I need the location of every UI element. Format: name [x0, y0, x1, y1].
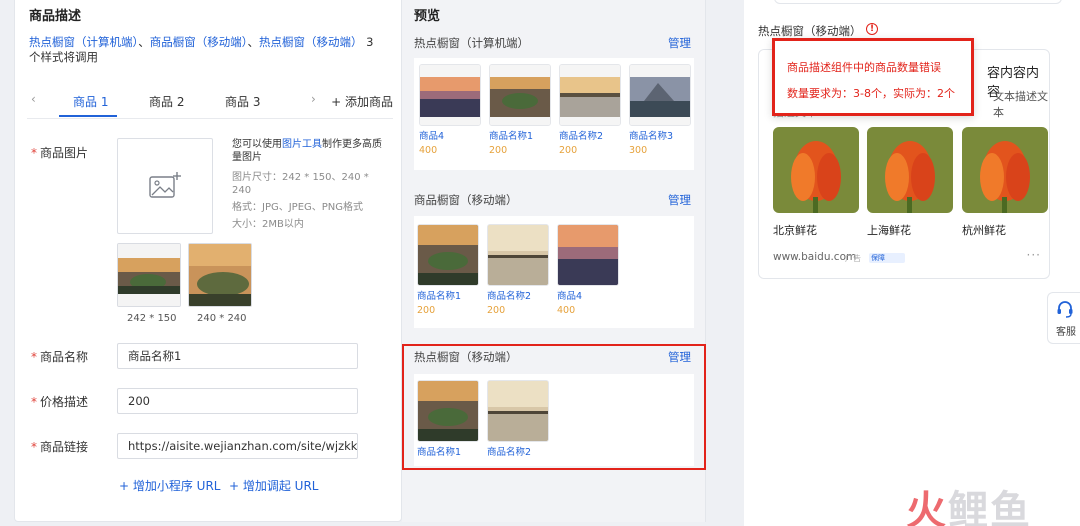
mobile-product-window-title: 商品橱窗（移动端）: [414, 193, 518, 207]
product-editor-panel: 商品描述 热点橱窗（计算机端）、商品橱窗（移动端）、热点橱窗（移动端） 3 个样…: [14, 0, 402, 522]
link-pc-hot-window[interactable]: 热点橱窗（计算机端）: [29, 35, 138, 49]
error-message-line2: 数量要求为：3-8个，实际为：2个: [787, 87, 955, 100]
image-tool-link[interactable]: 图片工具: [282, 139, 322, 150]
add-mini-program-url-button[interactable]: + 增加小程序 URL: [119, 477, 221, 494]
card-description: 文本描述文本: [993, 90, 1048, 119]
preview-item[interactable]: 商品名称2 200: [559, 64, 621, 156]
manage-mobile-product-window[interactable]: 管理: [668, 192, 691, 208]
tab-next-arrow[interactable]: ›: [311, 92, 316, 106]
site-url[interactable]: www.baidu.com: [773, 251, 856, 263]
add-product-button[interactable]: + 添加商品: [331, 93, 393, 110]
link-mobile-hot-window[interactable]: 热点橱窗（移动端）: [259, 35, 363, 49]
flower-image[interactable]: [962, 127, 1048, 213]
pc-hot-window-title: 热点橱窗（计算机端）: [414, 36, 529, 50]
customer-service-button[interactable]: 客服: [1047, 292, 1080, 344]
preview-title: 预览: [414, 9, 441, 24]
thumbnail-240x240[interactable]: [188, 243, 252, 307]
style-usage-description: 热点橱窗（计算机端）、商品橱窗（移动端）、热点橱窗（移动端） 3 个样式将调用: [29, 35, 374, 64]
headset-icon: [1057, 301, 1073, 318]
preview-item[interactable]: 商品名称3 300: [629, 64, 691, 156]
section-title: 商品描述: [29, 9, 82, 24]
link-mobile-product-window[interactable]: 商品橱窗（移动端）: [150, 35, 248, 49]
active-tab-indicator: [59, 115, 117, 117]
thumbnail-242x150[interactable]: [117, 243, 181, 307]
error-tooltip: 商品描述组件中的商品数量错误 数量要求为：3-8个，实际为：2个: [772, 38, 974, 116]
image-tips: 您可以使用图片工具制作更多高质量图片 图片尺寸：242 * 150、240 * …: [232, 139, 382, 230]
preview-item[interactable]: 商品4 400: [419, 64, 481, 156]
error-message-line1: 商品描述组件中的商品数量错误: [787, 61, 941, 74]
price-field-label: * 价格描述: [31, 395, 89, 409]
pc-hot-window-card: 商品4 400 商品名称1 200 商品名称2 200 商品名称3 300: [414, 58, 694, 170]
image-field-label: * 商品图片: [31, 146, 89, 160]
preview-item[interactable]: 商品名称2 200: [487, 224, 549, 316]
preview-panel: 预览 热点橱窗（计算机端） 管理 商品4 400 商品名称1 200 商品名称2…: [402, 0, 706, 522]
thumbnail-caption-240x240: 240 * 240: [197, 313, 247, 324]
link-field-label: * 商品链接: [31, 440, 89, 454]
flower-caption[interactable]: 北京鲜花: [773, 222, 817, 238]
image-upload-box[interactable]: [117, 138, 213, 234]
phone-top-frame: [774, 0, 1062, 4]
add-image-icon: [149, 172, 181, 198]
name-field-label: * 商品名称: [31, 350, 89, 364]
error-highlight-box: [402, 344, 706, 470]
guarantee-badge: 保障: [869, 253, 905, 263]
mobile-hot-window-label: 热点橱窗（移动端）: [758, 24, 862, 38]
flower-image[interactable]: [867, 127, 953, 213]
watermark-logo: 火鲤鱼: [906, 488, 1032, 526]
tab-product-2[interactable]: 商品 2: [149, 93, 184, 110]
preview-item[interactable]: 商品名称1 200: [489, 64, 551, 156]
product-link-input[interactable]: https://aisite.wejianzhan.com/site/wjzkk…: [117, 433, 358, 459]
warning-icon[interactable]: !: [866, 23, 878, 35]
ad-label: 广告: [845, 254, 861, 263]
add-invoke-url-button[interactable]: + 增加调起 URL: [229, 477, 319, 494]
flower-caption[interactable]: 杭州鲜花: [962, 222, 1006, 238]
product-tabs: ‹ 商品 1 商品 2 商品 3 › + 添加商品: [27, 85, 393, 119]
tab-prev-arrow[interactable]: ‹: [31, 92, 36, 106]
price-description-input[interactable]: 200: [117, 388, 358, 414]
more-options-icon[interactable]: ···: [1027, 248, 1041, 262]
preview-item[interactable]: 商品名称1 200: [417, 224, 479, 316]
tab-product-1[interactable]: 商品 1: [73, 93, 108, 110]
tab-product-3[interactable]: 商品 3: [225, 93, 260, 110]
thumbnail-caption-242x150: 242 * 150: [127, 313, 177, 324]
flower-caption[interactable]: 上海鲜花: [867, 222, 911, 238]
manage-pc-hot-window[interactable]: 管理: [668, 35, 691, 51]
mobile-product-window-card: 商品名称1 200 商品名称2 200 商品4 400: [414, 216, 694, 328]
product-name-input[interactable]: 商品名称1: [117, 343, 358, 369]
preview-item[interactable]: 商品4 400: [557, 224, 619, 316]
flower-image[interactable]: [773, 127, 859, 213]
